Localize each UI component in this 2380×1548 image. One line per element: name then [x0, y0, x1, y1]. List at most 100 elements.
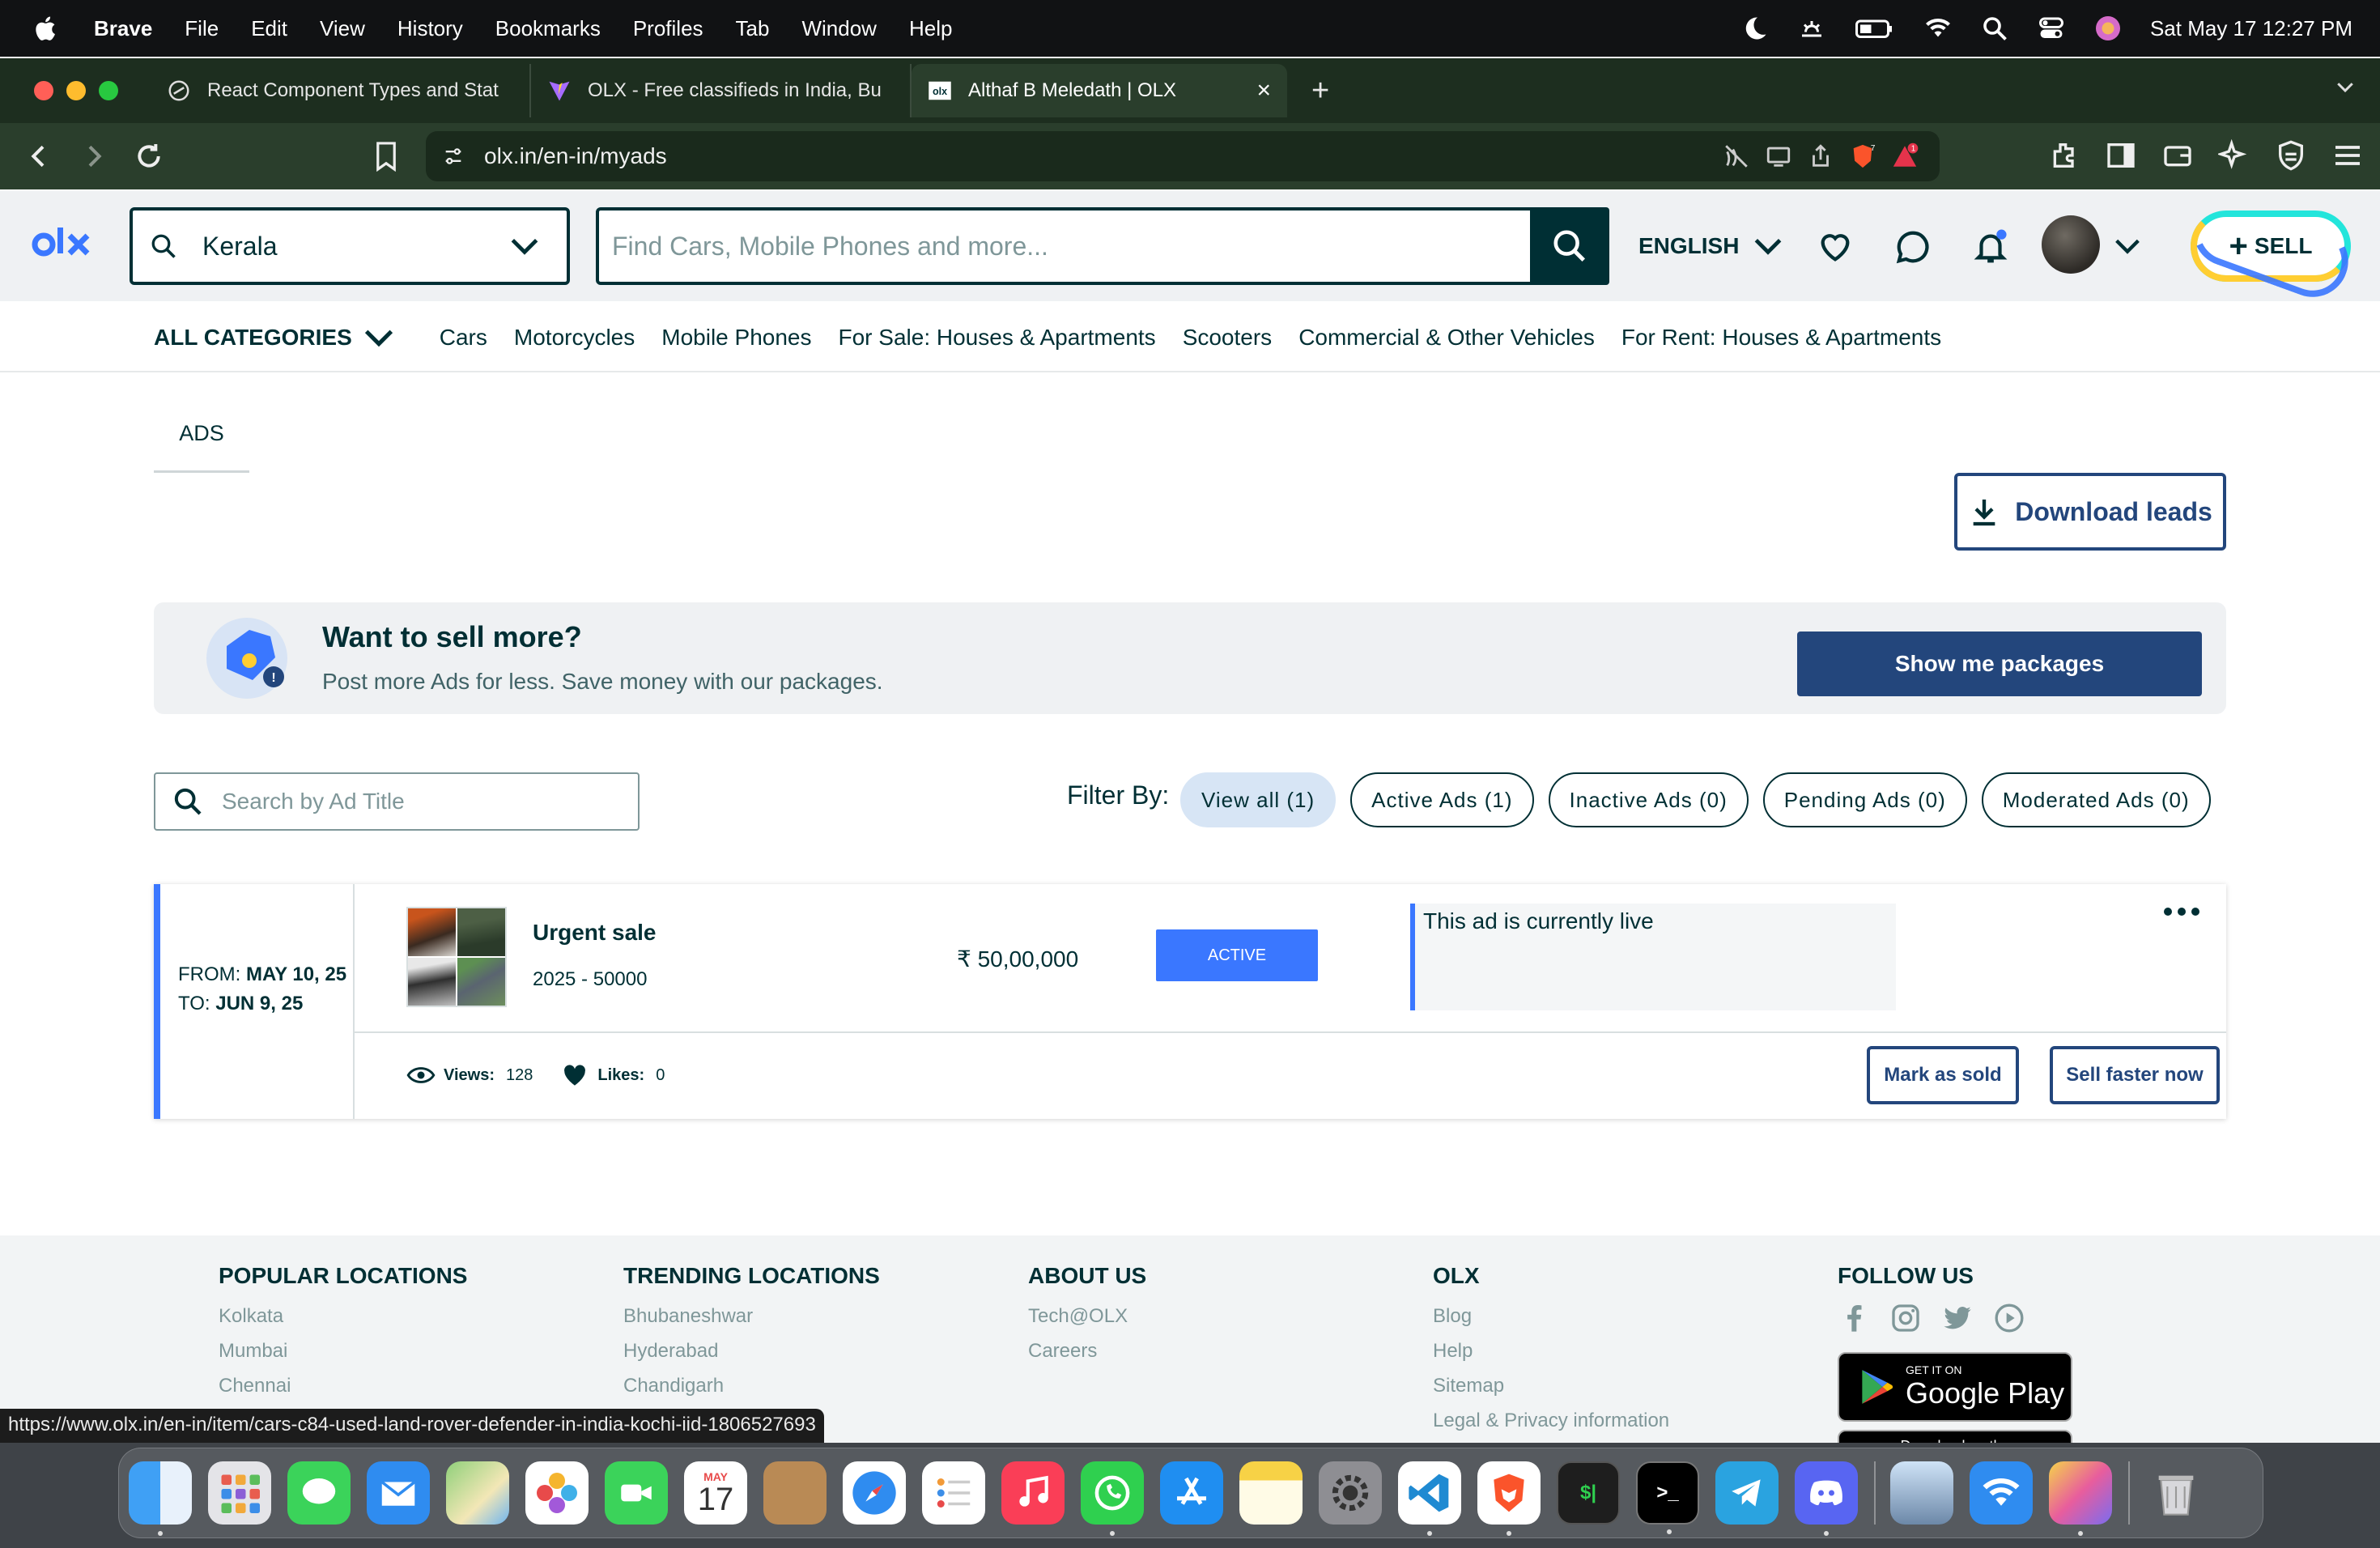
cast-icon[interactable] — [1765, 142, 1792, 170]
footer-link[interactable]: Careers — [1028, 1340, 1146, 1363]
ad-title-search-input[interactable] — [222, 789, 638, 814]
vpn-icon[interactable] — [2275, 139, 2307, 172]
search-button[interactable] — [1530, 207, 1609, 285]
apple-logo-icon[interactable] — [32, 15, 57, 42]
tab-react-types[interactable]: React Component Types and Stat — [151, 64, 531, 117]
reload-icon[interactable] — [133, 140, 165, 172]
chat-icon[interactable] — [1894, 228, 1932, 266]
tab-olx-myads[interactable]: olx Althaf B Meledath | OLX × — [912, 64, 1287, 117]
whatsapp-dock-icon[interactable] — [1081, 1461, 1144, 1536]
category-houses-for-sale[interactable]: For Sale: Houses & Apartments — [839, 325, 1156, 351]
bookmark-icon[interactable] — [374, 141, 398, 172]
url-text[interactable]: olx.in/en-in/myads — [484, 143, 667, 169]
olx-logo-icon[interactable] — [31, 223, 100, 269]
reader-off-icon[interactable] — [1723, 142, 1750, 170]
heart-icon[interactable] — [1817, 228, 1854, 266]
filter-active-ads[interactable]: Active Ads (1) — [1350, 772, 1534, 827]
google-play-badge[interactable]: GET IT ON Google Play — [1838, 1352, 2072, 1422]
twitter-icon[interactable] — [1941, 1302, 1974, 1334]
facetime-dock-icon[interactable] — [605, 1461, 668, 1525]
ad-thumbnail[interactable] — [406, 907, 507, 1007]
terminal-2-dock-icon[interactable]: >_ — [1636, 1461, 1699, 1534]
footer-link[interactable]: Chandigarh — [623, 1375, 880, 1397]
tab-ads[interactable]: ADS — [154, 415, 249, 473]
siri-icon[interactable] — [2093, 14, 2123, 43]
menu-tab[interactable]: Tab — [736, 16, 770, 41]
safari-dock-icon[interactable] — [843, 1461, 906, 1525]
ad-title[interactable]: Urgent sale — [533, 920, 657, 946]
brave-shields-icon[interactable]: 7 — [1849, 142, 1876, 170]
category-commercial-vehicles[interactable]: Commercial & Other Vehicles — [1298, 325, 1595, 351]
share-icon[interactable] — [1807, 142, 1834, 170]
menu-icon[interactable] — [2331, 139, 2364, 172]
all-categories-dropdown[interactable]: ALL CATEGORIES — [154, 319, 397, 356]
notes-dock-icon[interactable] — [1239, 1461, 1303, 1525]
site-settings-icon[interactable] — [442, 145, 465, 168]
main-search-input[interactable] — [612, 231, 1530, 262]
language-selector[interactable]: ENGLISH — [1638, 228, 1786, 264]
notification-bell-icon[interactable] — [1972, 228, 2009, 266]
calendar-dock-icon[interactable]: MAY 17 — [684, 1461, 747, 1525]
youtube-play-icon[interactable] — [1993, 1302, 2025, 1334]
footer-link[interactable]: Sitemap — [1433, 1375, 1669, 1397]
mail-dock-icon[interactable] — [367, 1461, 430, 1525]
vscode-dock-icon[interactable] — [1398, 1461, 1461, 1536]
category-scooters[interactable]: Scooters — [1183, 325, 1273, 351]
address-bar[interactable]: olx.in/en-in/myads 7 1 — [426, 131, 1940, 181]
footer-link[interactable]: Mumbai — [219, 1340, 467, 1363]
pages-dock-icon[interactable] — [2049, 1461, 2112, 1536]
sell-faster-button[interactable]: Sell faster now — [2050, 1046, 2220, 1104]
category-houses-for-rent[interactable]: For Rent: Houses & Apartments — [1621, 325, 1941, 351]
battery-icon[interactable] — [1854, 14, 1896, 43]
new-tab-button[interactable]: + — [1311, 74, 1329, 108]
music-dock-icon[interactable] — [1001, 1461, 1065, 1525]
menu-help[interactable]: Help — [909, 16, 952, 41]
photos-dock-icon[interactable] — [525, 1461, 589, 1525]
footer-link[interactable]: Blog — [1433, 1305, 1669, 1328]
brightness-icon[interactable] — [1797, 14, 1826, 43]
tab-list-chevron-icon[interactable] — [2333, 74, 2357, 99]
chevron-down-icon[interactable] — [2111, 230, 2144, 262]
user-avatar[interactable] — [2042, 215, 2100, 274]
brave-dock-icon[interactable] — [1477, 1461, 1541, 1536]
close-tab-icon[interactable]: × — [1256, 77, 1271, 104]
sell-button[interactable]: + SELL — [2191, 211, 2351, 282]
category-mobile-phones[interactable]: Mobile Phones — [661, 325, 811, 351]
focus-moon-icon[interactable] — [1740, 14, 1770, 43]
finder-dock-icon[interactable] — [129, 1461, 192, 1536]
footer-link[interactable]: Legal & Privacy information — [1433, 1410, 1669, 1432]
instagram-icon[interactable] — [1889, 1302, 1922, 1334]
close-window-button[interactable] — [34, 81, 53, 100]
leo-ai-icon[interactable] — [2218, 139, 2250, 172]
terminal-dock-icon[interactable]: $| — [1557, 1461, 1620, 1525]
spotlight-search-icon[interactable] — [1980, 14, 2009, 43]
menu-edit[interactable]: Edit — [251, 16, 287, 41]
menu-window[interactable]: Window — [801, 16, 876, 41]
menu-history[interactable]: History — [397, 16, 463, 41]
menu-file[interactable]: File — [185, 16, 219, 41]
filter-moderated-ads[interactable]: Moderated Ads (0) — [1981, 772, 2211, 827]
menu-app-name[interactable]: Brave — [94, 16, 152, 41]
maps-dock-icon[interactable] — [446, 1461, 509, 1525]
category-cars[interactable]: Cars — [440, 325, 487, 351]
location-selector[interactable]: Kerala — [130, 207, 570, 285]
trash-dock-icon[interactable] — [2144, 1461, 2208, 1525]
tab-olx-home[interactable]: OLX - Free classifieds in India, Bu — [531, 64, 912, 117]
footer-link[interactable]: Hyderabad — [623, 1340, 880, 1363]
control-center-icon[interactable] — [2037, 14, 2066, 43]
wifi-explorer-dock-icon[interactable] — [1970, 1461, 2033, 1525]
category-motorcycles[interactable]: Motorcycles — [514, 325, 635, 351]
footer-link[interactable]: Tech@OLX — [1028, 1305, 1146, 1328]
system-settings-dock-icon[interactable] — [1319, 1461, 1382, 1525]
menu-bar-clock[interactable]: Sat May 17 12:27 PM — [2150, 16, 2352, 41]
brave-rewards-icon[interactable]: 1 — [1891, 142, 1919, 170]
filter-pending-ads[interactable]: Pending Ads (0) — [1762, 772, 1967, 827]
download-leads-button[interactable]: Download leads — [1954, 473, 2226, 551]
footer-link[interactable]: Chennai — [219, 1375, 467, 1397]
footer-link[interactable]: Kolkata — [219, 1305, 467, 1328]
mark-as-sold-button[interactable]: Mark as sold — [1867, 1046, 2019, 1104]
menu-profiles[interactable]: Profiles — [633, 16, 703, 41]
more-options-icon[interactable] — [2161, 902, 2202, 921]
reminders-dock-icon[interactable] — [922, 1461, 985, 1525]
menu-view[interactable]: View — [320, 16, 365, 41]
